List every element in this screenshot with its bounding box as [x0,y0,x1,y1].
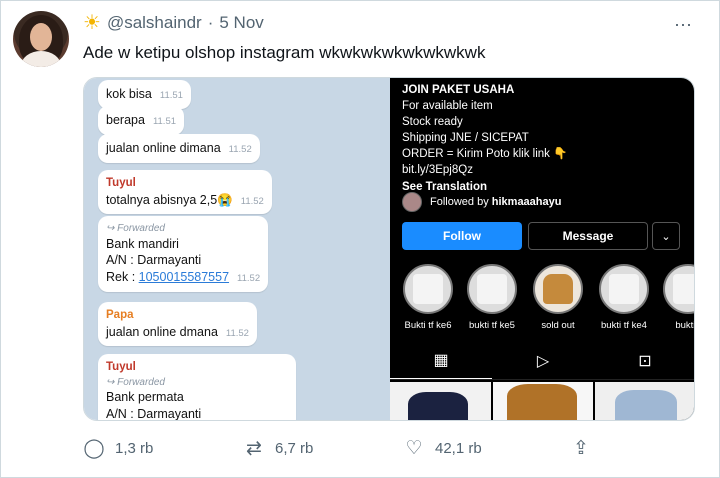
tweet-card[interactable]: ☀ @salshaindr · 5 Nov ⋯ Ade w ketipu ols… [0,0,720,478]
message-text: totalnya abisnya 2,5😭 [106,192,233,207]
followed-by: Followed by hikmaaahayu [402,192,561,212]
account-number-link[interactable]: 1050015587557 [139,270,229,284]
bio-line: For available item [402,100,493,113]
post-thumbnail[interactable] [492,382,594,420]
grid-tab-icon[interactable]: ▦ [390,342,492,379]
tweet-media[interactable]: kok bisa 11.51 berapa 11.51 jualan online … [83,77,695,421]
highlight-item[interactable]: Bukti tf ke6 [400,264,456,331]
message-line: Bank mandiri [106,236,179,251]
tweet-header: ☀ @salshaindr · 5 Nov [83,13,264,33]
bio-line: Shipping JNE / SICEPAT [402,132,529,145]
tweet-date[interactable]: 5 Nov [219,13,263,33]
highlight-item[interactable]: bukti t [660,264,695,331]
message-time: 11.52 [237,273,261,285]
chat-message: Papa jualan online dmana 11.52 [98,302,257,347]
forwarded-label: ↪ Forwarded [106,223,165,234]
follower-avatar [402,192,422,212]
instagram-screenshot: JOIN PAKET USAHA For available item Stoc… [390,78,695,420]
chat-message: ↪ Forwarded Bank mandiri A/N : Darmayant… [98,216,269,293]
highlight-item[interactable]: bukti tf ke4 [596,264,652,331]
retweet-icon[interactable]: ⇄ [243,437,265,460]
message-sender: Papa [106,309,134,321]
message-text: jualan online dmana [106,324,218,339]
reels-tab-icon[interactable]: ▷ [492,342,594,379]
message-text: kok bisa [106,87,152,101]
bio-line: JOIN PAKET USAHA [402,84,515,96]
tagged-tab-icon[interactable]: ⊡ [594,342,694,379]
message-text: jualan online dimana [106,141,221,155]
highlight-thumbnail [403,264,453,314]
reply-icon[interactable]: ◯ [83,437,105,460]
separator-dot: · [207,13,214,32]
highlight-item[interactable]: sold out [530,264,586,331]
highlight-label: bukti tf ke4 [601,320,647,331]
like-action[interactable]: ♡ 42,1 rb [403,437,563,460]
avatar-face [30,23,52,51]
bio-line: ORDER = Kirim Poto klik link 👇 [402,148,568,161]
highlight-label: sold out [541,320,575,331]
chat-screenshot: kok bisa 11.51 berapa 11.51 jualan online … [84,78,390,421]
chat-message: berapa 11.51 [98,106,185,135]
message-time: 11.52 [228,144,252,155]
message-time: 11.51 [152,116,177,127]
message-line: Bank permata [106,390,184,405]
post-thumbnail[interactable] [595,382,694,420]
chat-message: jualan online dimana 11.52 [98,134,260,163]
forward-icon: ↪ [106,223,115,234]
post-thumbnail[interactable] [390,382,491,420]
message-line: A/N : Darmayanti [106,253,202,268]
message-text: berapa [106,113,145,127]
message-button[interactable]: Message [528,222,648,250]
message-sender: Tuyul [106,361,136,373]
chat-message: Tuyul totalnya abisnya 2,5😭 11.52 [98,170,272,215]
instagram-bio: JOIN PAKET USAHA For available item Stoc… [402,82,567,195]
forward-icon: ↪ [106,376,115,388]
chat-message: kok bisa 11.51 [98,80,191,109]
message-time: 11.52 [225,327,249,339]
tweet-text: Ade w ketipu olshop instagram wkwkwkwkwk… [83,43,486,62]
user-handle[interactable]: @salshaindr [107,13,202,33]
like-count: 42,1 rb [435,440,482,457]
follow-button[interactable]: Follow [402,222,522,250]
message-sender: Tuyul [106,177,136,189]
forwarded-label: ↪ Forwarded [106,376,165,388]
follower-name[interactable]: hikmaaahayu [492,196,562,208]
message-time: 11.52 [240,195,264,207]
message-line: Rek : 1050015587557 11.52 [106,270,261,285]
highlight-thumbnail [533,264,583,314]
more-options-icon[interactable]: ⋯ [674,15,693,36]
highlight-label: bukti t [675,320,695,331]
sun-emoji-icon: ☀ [83,12,101,34]
highlight-thumbnail [663,264,694,314]
like-icon[interactable]: ♡ [403,437,425,460]
share-icon[interactable]: ⇪ [573,437,589,460]
message-line: A/N : Darmayanti [106,406,202,421]
retweet-action[interactable]: ⇄ 6,7 rb [243,437,403,460]
reply-count: 1,3 rb [115,440,154,457]
chevron-down-icon[interactable]: ⌄ [652,222,680,250]
retweet-count: 6,7 rb [275,440,314,457]
tweet-actions: ◯ 1,3 rb ⇄ 6,7 rb ♡ 42,1 rb [83,437,623,460]
highlight-thumbnail [467,264,517,314]
avatar[interactable] [13,11,69,67]
chat-message: Tuyul ↪ Forwarded Bank permata A/N : Dar… [98,354,296,421]
bio-link[interactable]: bit.ly/3Epj8Qz [402,162,567,178]
highlight-item[interactable]: bukti tf ke5 [464,264,520,331]
highlight-thumbnail [599,264,649,314]
profile-tabs: ▦ ▷ ⊡ [390,342,694,380]
message-time: 11.51 [159,90,183,101]
bio-line: Stock ready [402,116,463,129]
highlight-label: bukti tf ke5 [469,320,515,331]
highlight-label: Bukti tf ke6 [404,320,452,331]
reply-action[interactable]: ◯ 1,3 rb [83,437,243,460]
post-grid [390,382,694,420]
